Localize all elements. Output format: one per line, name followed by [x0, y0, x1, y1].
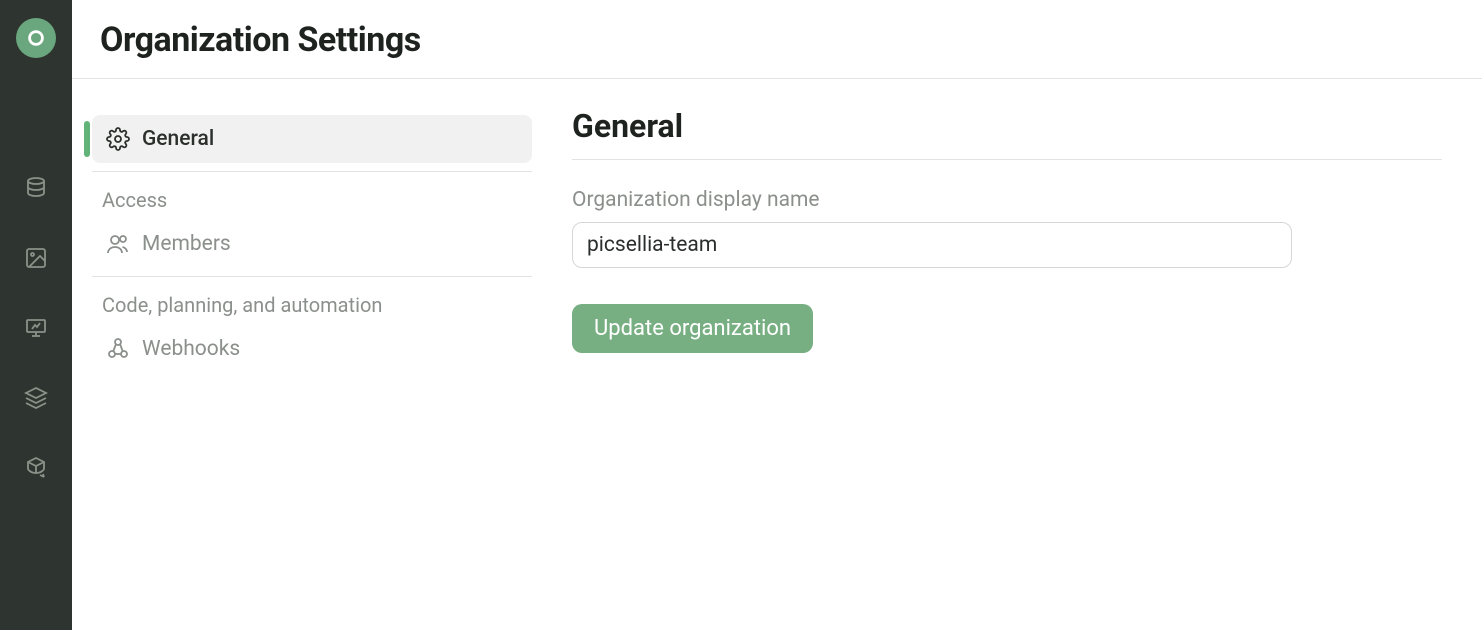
webhook-icon	[106, 337, 130, 361]
people-icon	[106, 232, 130, 256]
app-nav-rail	[0, 0, 72, 630]
settings-group-access: Access Members	[92, 172, 532, 277]
settings-item-label: General	[142, 127, 214, 151]
nav-database[interactable]	[22, 174, 50, 202]
settings-group-general: General	[92, 107, 532, 172]
settings-group-title-automation: Code, planning, and automation	[92, 285, 532, 325]
display-name-label: Organization display name	[572, 188, 1442, 212]
presentation-icon	[24, 316, 48, 340]
gear-icon	[106, 127, 130, 151]
database-icon	[24, 176, 48, 200]
display-name-input[interactable]	[572, 222, 1292, 268]
settings-nav: General Access Members	[72, 107, 532, 381]
page-body: General Access Members	[72, 79, 1482, 381]
nav-presentation[interactable]	[22, 314, 50, 342]
settings-group-title-access: Access	[92, 180, 532, 220]
page-title: Organization Settings	[100, 20, 1454, 60]
main-area: Organization Settings General A	[72, 0, 1482, 630]
content-panel: General Organization display name Update…	[572, 107, 1482, 381]
section-title: General	[572, 107, 1442, 160]
org-logo[interactable]	[16, 18, 56, 58]
settings-item-label: Webhooks	[142, 337, 240, 361]
settings-item-general[interactable]: General	[92, 115, 532, 163]
settings-group-automation: Code, planning, and automation Webhooks	[92, 277, 532, 381]
nav-package[interactable]	[22, 454, 50, 482]
org-logo-icon	[25, 27, 47, 49]
update-organization-button[interactable]: Update organization	[572, 304, 813, 353]
layers-icon	[24, 386, 48, 410]
image-icon	[24, 246, 48, 270]
nav-images[interactable]	[22, 244, 50, 272]
nav-layers[interactable]	[22, 384, 50, 412]
page-header: Organization Settings	[72, 0, 1482, 79]
settings-item-members[interactable]: Members	[92, 220, 532, 268]
settings-item-webhooks[interactable]: Webhooks	[92, 325, 532, 373]
settings-item-label: Members	[142, 232, 231, 256]
package-export-icon	[24, 456, 48, 480]
